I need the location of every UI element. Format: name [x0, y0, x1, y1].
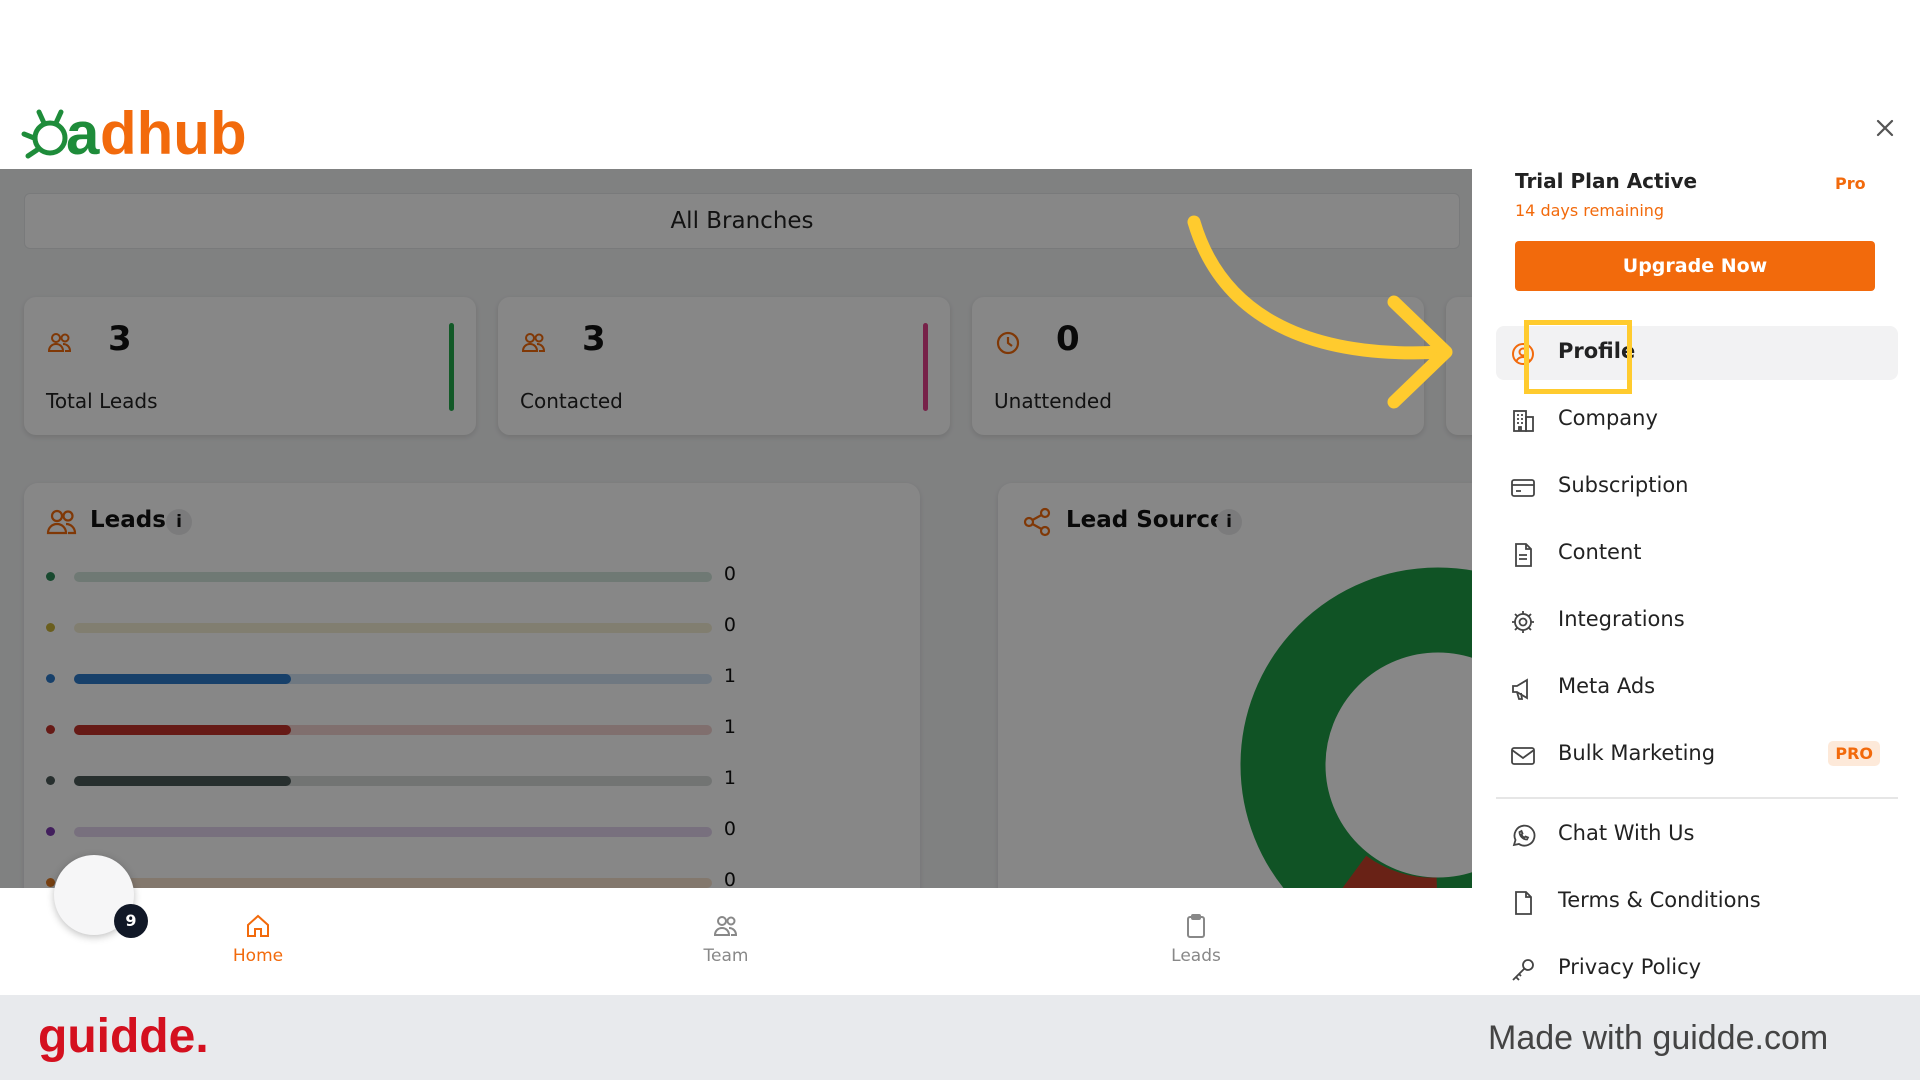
- upgrade-now-button[interactable]: Upgrade Now: [1515, 241, 1875, 291]
- made-with-guidde-text: Made with guidde.com: [1488, 1019, 1829, 1057]
- guidde-footer: guidde. Made with guidde.com: [0, 995, 1920, 1080]
- close-icon[interactable]: [1872, 115, 1898, 145]
- whatsapp-icon: [1512, 824, 1536, 847]
- building-icon: [1513, 410, 1534, 432]
- days-remaining: 14 days remaining: [1515, 201, 1665, 220]
- tutorial-arrow-icon: [1187, 215, 1453, 409]
- menu-label: Bulk Marketing: [1558, 741, 1716, 765]
- menu-label: Content: [1558, 540, 1642, 564]
- guidde-logo: guidde.: [38, 1010, 209, 1063]
- menu-item-subscription[interactable]: Subscription: [1496, 460, 1898, 514]
- highlight-box: [1524, 320, 1632, 394]
- menu-item-terms[interactable]: Terms & Conditions: [1496, 875, 1898, 929]
- notification-badge: 9: [114, 904, 148, 938]
- menu-item-meta-ads[interactable]: Meta Ads: [1496, 661, 1898, 715]
- megaphone-icon: [1512, 678, 1528, 700]
- nav-team[interactable]: Team: [666, 912, 786, 966]
- menu-item-content[interactable]: Content: [1496, 527, 1898, 581]
- menu-item-privacy-policy[interactable]: Privacy Policy: [1496, 942, 1898, 996]
- credit-card-icon: [1511, 479, 1535, 497]
- menu-item-chat-with-us[interactable]: Chat With Us: [1496, 808, 1898, 862]
- menu-item-bulk-marketing[interactable]: Bulk Marketing PRO: [1496, 728, 1898, 782]
- nav-team-label: Team: [703, 946, 749, 966]
- menu-label: Subscription: [1558, 473, 1689, 497]
- menu-divider: [1496, 797, 1898, 799]
- nav-home-label: Home: [232, 946, 284, 966]
- nav-home[interactable]: Home: [198, 912, 318, 966]
- menu-item-company[interactable]: Company: [1496, 393, 1898, 447]
- menu-label: Privacy Policy: [1558, 955, 1702, 979]
- adhub-logo[interactable]: a dhub: [20, 100, 250, 167]
- bottom-navigation: Home Team Leads: [0, 888, 1472, 995]
- top-band: [0, 0, 1920, 95]
- plan-badge: Pro: [1835, 174, 1866, 193]
- menu-label: Chat With Us: [1558, 821, 1695, 845]
- home-icon: [247, 914, 269, 937]
- document-icon: [1515, 891, 1532, 915]
- clipboard-icon: [1187, 914, 1205, 938]
- menu-label: Meta Ads: [1558, 674, 1656, 698]
- document-icon: [1515, 543, 1532, 567]
- nav-leads[interactable]: Leads: [1136, 912, 1256, 966]
- logo-text-a: a: [66, 100, 100, 162]
- nav-leads-label: Leads: [1171, 946, 1221, 966]
- users-icon: [713, 916, 738, 936]
- menu-label: Integrations: [1558, 607, 1685, 631]
- menu-label: Company: [1558, 406, 1658, 430]
- key-icon: [1512, 959, 1534, 981]
- pro-badge: PRO: [1828, 741, 1880, 766]
- mail-icon: [1511, 747, 1535, 765]
- menu-item-integrations[interactable]: Integrations: [1496, 594, 1898, 648]
- side-drawer: Trial Plan Active Pro 14 days remaining …: [1472, 95, 1920, 995]
- plan-title: Trial Plan Active: [1515, 169, 1698, 193]
- logo-text-dhub: dhub: [100, 100, 247, 162]
- menu-label: Terms & Conditions: [1558, 888, 1761, 912]
- gear-icon: [1512, 611, 1534, 633]
